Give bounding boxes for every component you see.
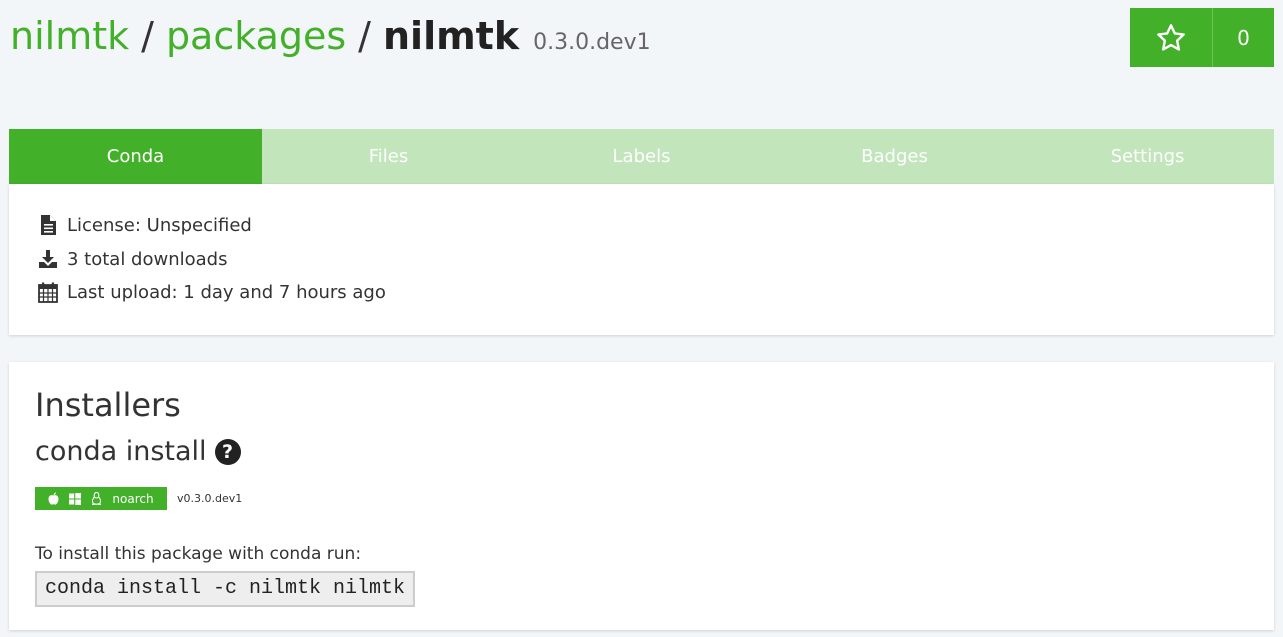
installers-heading: Installers: [35, 386, 181, 424]
platform-badge: noarch: [35, 487, 167, 510]
star-button[interactable]: 0: [1130, 8, 1274, 67]
license-text: License: Unspecified: [67, 214, 252, 236]
star-count: 0: [1237, 25, 1250, 50]
file-icon: [37, 214, 59, 236]
breadcrumb-owner-link[interactable]: nilmtk: [10, 14, 129, 58]
downloads-row: 3 total downloads: [37, 248, 227, 270]
last-upload-row: Last upload: 1 day and 7 hours ago: [37, 281, 386, 303]
package-version: 0.3.0.dev1: [533, 30, 651, 55]
tab-files[interactable]: Files: [262, 129, 515, 184]
install-command[interactable]: conda install -c nilmtk nilmtk: [35, 571, 416, 607]
tab-labels[interactable]: Labels: [515, 129, 768, 184]
question-circle-icon[interactable]: ?: [214, 438, 241, 465]
calendar-icon: [37, 281, 59, 303]
windows-icon: [69, 492, 82, 505]
apple-icon: [48, 492, 59, 505]
downloads-text: 3 total downloads: [67, 248, 228, 270]
conda-install-heading: conda install ?: [35, 436, 241, 467]
star-outline-icon: [1157, 23, 1185, 51]
linux-icon: [91, 492, 102, 505]
breadcrumb-separator: /: [358, 14, 371, 58]
install-instruction: To install this package with conda run:: [35, 544, 362, 564]
platform-badge-label: noarch: [112, 491, 154, 506]
breadcrumb-packages-link[interactable]: packages: [166, 14, 346, 58]
package-title: nilmtk: [382, 14, 520, 58]
breadcrumb-separator: /: [141, 14, 154, 58]
license-row: License: Unspecified: [37, 214, 252, 236]
package-tabs: Conda Files Labels Badges Settings: [9, 129, 1274, 184]
installers-card: Installers conda install ? noarch v0.3.0…: [9, 362, 1274, 630]
star-button-icon-area[interactable]: [1130, 8, 1213, 67]
tab-conda[interactable]: Conda: [9, 129, 262, 184]
last-upload-text: Last upload: 1 day and 7 hours ago: [67, 281, 386, 303]
tab-badges[interactable]: Badges: [768, 129, 1021, 184]
conda-install-heading-text: conda install: [35, 436, 207, 467]
page-header: nilmtk / packages / nilmtk 0.3.0.dev1: [10, 14, 651, 64]
package-info-card: License: Unspecified 3 total downloads L…: [9, 184, 1274, 335]
badge-version: v0.3.0.dev1: [177, 492, 243, 505]
tab-settings[interactable]: Settings: [1021, 129, 1274, 184]
download-icon: [37, 248, 59, 270]
